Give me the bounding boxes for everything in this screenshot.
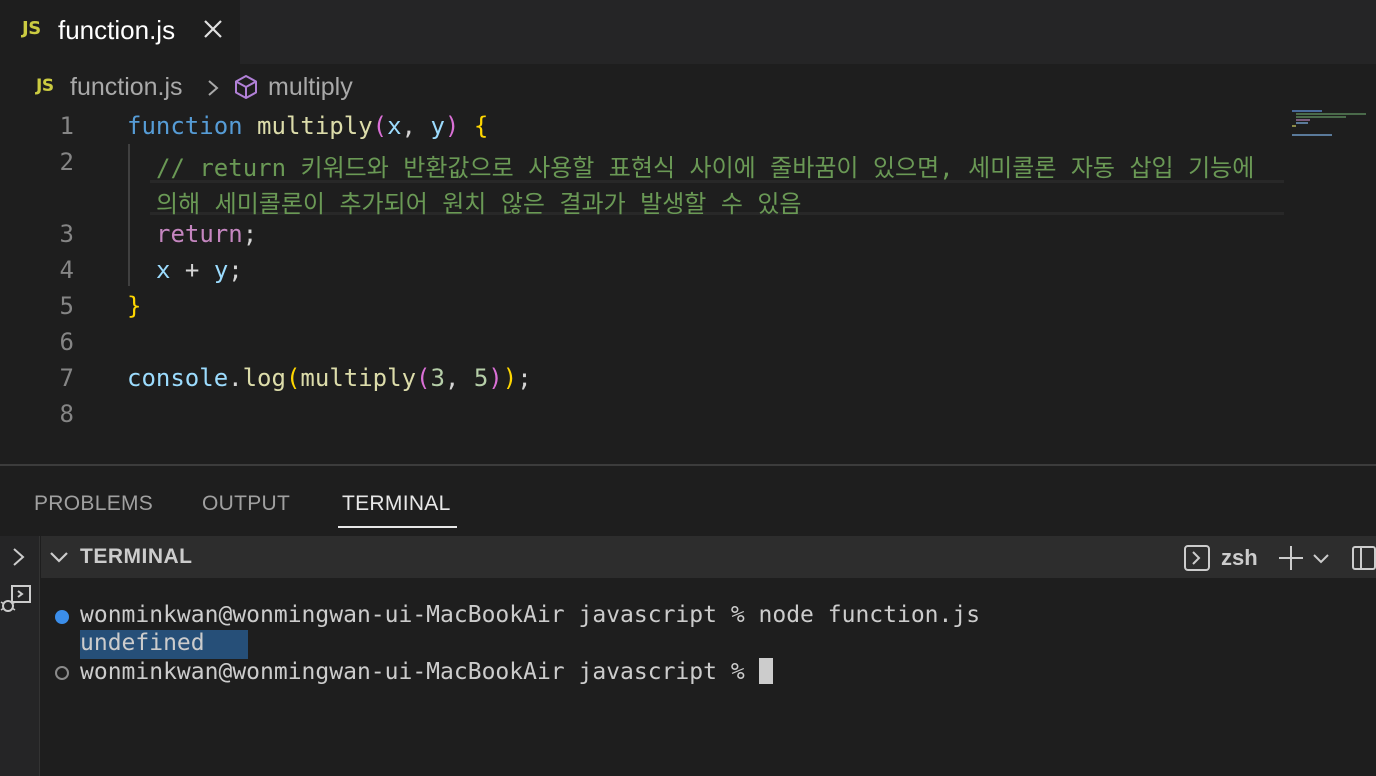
close-icon[interactable] — [200, 16, 226, 42]
terminal-icon[interactable] — [1183, 544, 1211, 572]
terminal-output[interactable]: wonminkwan@wonmingwan-ui-MacBookAir java… — [41, 578, 1376, 776]
javascript-file-icon: JS — [36, 76, 54, 96]
cube-icon — [235, 75, 257, 99]
terminal-command-line: wonminkwan@wonmingwan-ui-MacBookAir java… — [80, 602, 981, 628]
line-number: 6 — [59, 328, 74, 356]
indent-guide — [128, 144, 130, 286]
code-line-1: function multiply(x, y) { — [127, 112, 489, 140]
command-success-icon[interactable] — [55, 610, 69, 624]
terminal-section-title[interactable]: TERMINAL — [80, 545, 193, 569]
terminal-output-line: undefined — [80, 630, 205, 656]
line-number: 1 — [59, 112, 74, 140]
line-number: 3 — [59, 220, 74, 248]
line-number: 5 — [59, 292, 74, 320]
javascript-file-icon: JS — [22, 18, 41, 39]
terminal-prompt: wonminkwan@wonmingwan-ui-MacBookAir java… — [80, 659, 759, 685]
code-line-5: } — [127, 292, 142, 320]
chevron-right-icon[interactable] — [8, 546, 28, 568]
plus-icon[interactable] — [1277, 544, 1305, 572]
command-pending-icon — [55, 666, 69, 680]
code-line-2: // return 키워드와 반환값으로 사용할 표현식 사이에 줄바꿈이 있으… — [156, 154, 1255, 182]
terminal-cursor — [758, 658, 773, 684]
minimap[interactable] — [1290, 108, 1376, 168]
editor-tab-bar: JS function.js — [0, 0, 1376, 64]
terminal-shell-name[interactable]: zsh — [1221, 545, 1258, 571]
tab-terminal[interactable]: TERMINAL — [342, 492, 451, 516]
chevron-right-icon — [208, 80, 219, 96]
tab-title: function.js — [58, 15, 176, 45]
chevron-down-icon[interactable] — [1311, 548, 1331, 568]
tab-problems[interactable]: PROBLEMS — [34, 492, 153, 516]
breadcrumb: JS function.js multiply — [0, 64, 1376, 110]
code-line-4: x + y; — [156, 256, 243, 284]
code-editor[interactable]: 1 2 3 4 5 6 7 8 function multiply(x, y) … — [0, 108, 1376, 464]
terminal-sidebar — [0, 536, 40, 776]
chevron-down-icon[interactable] — [49, 548, 69, 566]
terminal-prompt-line[interactable]: wonminkwan@wonmingwan-ui-MacBookAir java… — [80, 658, 773, 685]
breadcrumb-symbol[interactable]: multiply — [268, 73, 353, 102]
active-tab-indicator — [338, 526, 457, 528]
bottom-panel: PROBLEMS OUTPUT TERMINAL TERMINAL zsh wo… — [0, 464, 1376, 776]
code-line-2-wrapped: 의해 세미콜론이 추가되어 원치 않은 결과가 발생할 수 있음 — [156, 190, 802, 218]
line-number: 4 — [59, 256, 74, 284]
code-line-3: return; — [156, 220, 258, 248]
split-panel-icon[interactable] — [1351, 544, 1376, 572]
breadcrumb-file[interactable]: function.js — [70, 73, 183, 102]
code-line-7: console.log(multiply(3, 5)); — [127, 364, 532, 392]
tab-function-js[interactable]: JS function.js — [0, 0, 240, 64]
terminal-header: TERMINAL zsh — [41, 536, 1376, 578]
tab-output[interactable]: OUTPUT — [202, 492, 290, 516]
line-number: 7 — [59, 364, 74, 392]
line-number: 8 — [59, 400, 74, 428]
debug-console-icon[interactable] — [0, 582, 34, 616]
line-number: 2 — [59, 148, 74, 176]
